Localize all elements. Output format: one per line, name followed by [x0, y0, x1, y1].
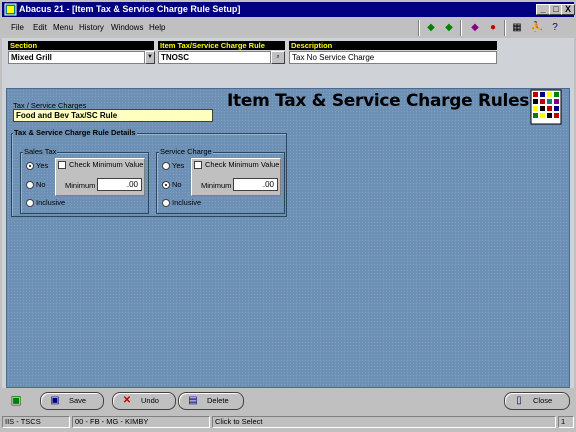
sales-tax-inclusive-radio[interactable] — [26, 199, 34, 207]
close-button[interactable]: ▯ Close — [504, 392, 570, 410]
app-icon — [4, 3, 17, 16]
description-label: Description — [289, 41, 497, 50]
sales-tax-yes-label: Yes — [36, 161, 49, 170]
rule-details-title: Tax & Service Charge Rule Details — [13, 128, 137, 137]
app-window: Abacus 21 - [Item Tax & Service Charge R… — [0, 0, 576, 432]
service-charge-inclusive-radio[interactable] — [162, 199, 170, 207]
service-charge-minimum-label: Minimum — [201, 181, 232, 190]
menu-menu[interactable]: Menu — [53, 23, 73, 32]
prev-icon[interactable]: ◆ — [424, 21, 438, 35]
menu-file[interactable]: File — [11, 23, 24, 32]
save-icon: ▣ — [50, 395, 60, 406]
section-label: Section — [8, 41, 154, 50]
undo-button[interactable]: ✕ Undo — [112, 392, 176, 410]
service-charge-no-label: No — [172, 180, 182, 189]
sales-tax-minimum-input[interactable]: .00 — [97, 178, 142, 191]
menu-history[interactable]: History — [79, 23, 104, 32]
menu-bar: File Edit Menu History Windows Help ◆ ◆ … — [2, 18, 574, 38]
sales-tax-inclusive-label: Inclusive — [36, 198, 66, 207]
status-panel-4: 1 — [558, 416, 574, 428]
search-icon[interactable]: ⌕ — [271, 51, 285, 64]
toolbar-separator — [460, 20, 462, 36]
menu-edit[interactable]: Edit — [33, 23, 47, 32]
delete-label: Delete — [207, 396, 229, 405]
status-panel-2: 00 - FB - MG - KIMBY — [72, 416, 210, 428]
close-window-button[interactable]: X — [561, 4, 575, 15]
service-charge-yes-radio[interactable] — [162, 162, 170, 170]
help-icon[interactable]: ? — [548, 21, 562, 35]
grid-logo-icon — [530, 89, 566, 129]
sales-tax-no-radio[interactable] — [26, 181, 34, 189]
sales-tax-minimum-label: Minimum — [65, 181, 96, 190]
delete-icon: ▤ — [188, 395, 198, 406]
client-area: Section Mixed Grill ▼ Item Tax/Service C… — [2, 38, 574, 412]
section-dropdown[interactable]: Mixed Grill — [8, 51, 145, 64]
status-panel-1: IIS - TSCS — [2, 416, 70, 428]
save-label: Save — [69, 396, 87, 405]
exit-icon[interactable]: ⛹ — [530, 21, 544, 35]
sales-tax-title: Sales Tax — [23, 147, 58, 156]
undo-label: Undo — [141, 396, 159, 405]
close-label: Close — [533, 396, 553, 405]
service-charge-inclusive-label: Inclusive — [172, 198, 202, 207]
service-charge-check-min-label: Check Minimum Value — [205, 160, 280, 169]
record-icon[interactable]: ▣ — [8, 392, 24, 408]
chevron-down-icon[interactable]: ▼ — [145, 51, 155, 64]
menu-help[interactable]: Help — [149, 23, 165, 32]
rules-panel: Item Tax & Service Charge Rules Tax / Se… — [6, 88, 570, 388]
toolbar-separator — [504, 20, 506, 36]
service-charge-title: Service Charge — [159, 147, 213, 156]
service-charge-yes-label: Yes — [172, 161, 185, 170]
title-bar: Abacus 21 - [Item Tax & Service Charge R… — [2, 2, 575, 17]
action-bar: ▣ ▣ Save ✕ Undo ▤ Delete ▯ Close — [2, 388, 574, 412]
rule-label: Item Tax/Service Charge Rule — [158, 41, 285, 50]
status-panel-3: Click to Select — [212, 416, 556, 428]
service-charge-check-min-checkbox[interactable] — [194, 161, 202, 169]
sales-tax-check-min-checkbox[interactable] — [58, 161, 66, 169]
calculator-icon[interactable]: ▦ — [510, 21, 524, 35]
service-charge-minimum-input[interactable]: .00 — [233, 178, 278, 191]
rule-field[interactable]: TNOSC — [158, 51, 271, 64]
minimize-button[interactable]: _ — [536, 4, 550, 15]
tax-sc-field[interactable]: Food and Bev Tax/SC Rule — [13, 109, 213, 122]
sales-tax-no-label: No — [36, 180, 46, 189]
window-title: Abacus 21 - [Item Tax & Service Charge R… — [19, 4, 241, 14]
delete-button[interactable]: ▤ Delete — [178, 392, 244, 410]
description-field[interactable]: Tax No Service Charge — [289, 51, 497, 64]
door-icon: ▯ — [516, 395, 522, 406]
gem-icon[interactable]: ◆ — [468, 21, 482, 35]
menu-windows[interactable]: Windows — [111, 23, 143, 32]
form-title: Item Tax & Service Charge Rules — [227, 91, 530, 111]
sales-tax-yes-radio[interactable] — [26, 162, 34, 170]
power-icon[interactable]: ● — [486, 21, 500, 35]
service-charge-no-radio[interactable] — [162, 181, 170, 189]
status-bar: IIS - TSCS 00 - FB - MG - KIMBY Click to… — [2, 414, 574, 430]
undo-icon: ✕ — [122, 395, 132, 406]
toolbar-separator — [418, 20, 420, 36]
sales-tax-check-min-label: Check Minimum Value — [69, 160, 144, 169]
save-button[interactable]: ▣ Save — [40, 392, 104, 410]
next-icon[interactable]: ◆ — [442, 21, 456, 35]
